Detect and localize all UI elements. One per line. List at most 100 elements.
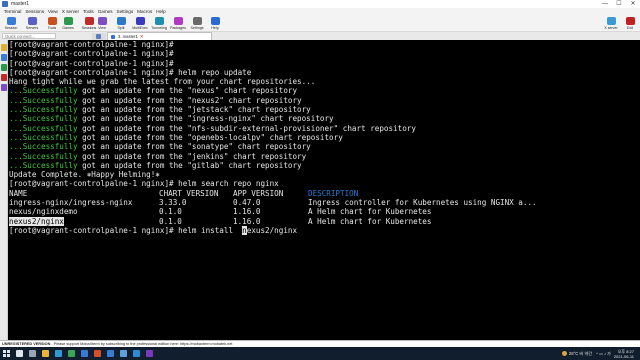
exit-icon: [625, 17, 635, 25]
clock-date: 2021-06-11: [613, 353, 634, 359]
terminal-line: [root@vagrant-controlpalne-1 nginx]# hel…: [9, 179, 279, 189]
repo-update-line: ...Successfully got an update from the "…: [9, 160, 302, 170]
terminal-line: [root@vagrant-controlpalne-1 nginx]# hel…: [9, 67, 252, 77]
unregistered-label: UNREGISTERED VERSION: [2, 342, 51, 346]
chart-description: A Helm chart for Kubernetes: [308, 207, 432, 217]
tab-master1[interactable]: 3. master1 ✕: [107, 32, 212, 40]
tray-icons[interactable]: ^ ▭ ♪ 가: [596, 351, 611, 357]
repo-update-line: ...Successfully got an update from the "…: [9, 123, 416, 133]
minimize-button[interactable]: —: [598, 0, 612, 8]
mobaxterm-icon[interactable]: [120, 350, 127, 357]
settings-button[interactable]: Settings: [188, 16, 206, 31]
menu-games[interactable]: Games: [98, 8, 113, 15]
tools-icon: [47, 17, 57, 25]
home-icon: [96, 34, 101, 39]
exit-button[interactable]: Exit: [621, 16, 639, 31]
menu-x-server[interactable]: X server: [62, 8, 79, 15]
servers-icon: [27, 17, 37, 25]
terminal-line: [root@vagrant-controlpalne-1 nginx]#: [9, 49, 174, 59]
menu-macros[interactable]: Macros: [137, 8, 152, 15]
x-server-button[interactable]: X server: [602, 16, 620, 31]
terminal-output[interactable]: [root@vagrant-controlpalne-1 nginx]# [ro…: [9, 40, 640, 340]
clock[interactable]: 오후 8:27 2021-06-11: [614, 349, 634, 359]
maximize-button[interactable]: ☐: [612, 0, 626, 8]
macros-sidebar-icon[interactable]: [1, 64, 7, 71]
split-icon: [116, 17, 126, 25]
chart-description: A Helm chart for Kubernetes: [308, 216, 432, 226]
session-icon: [6, 17, 16, 25]
menu-sessions[interactable]: Sessions: [25, 8, 44, 15]
search-icon[interactable]: [16, 350, 23, 357]
view-button[interactable]: View: [93, 16, 111, 31]
tab-close-icon[interactable]: ✕: [140, 34, 144, 40]
window-title-bar: master1 — ☐ ✕: [0, 0, 640, 8]
close-button[interactable]: ✕: [626, 0, 640, 8]
file-explorer-icon[interactable]: [42, 350, 49, 357]
chart-name: nexus/nginxdemo: [9, 207, 78, 217]
header-chart-version: CHART VERSION: [159, 188, 219, 198]
sessions-sidebar-icon[interactable]: [1, 44, 7, 51]
favorites-sidebar-icon[interactable]: [1, 84, 7, 91]
store-icon[interactable]: [81, 350, 88, 357]
terminal-line: Hang tight while we grab the latest from…: [9, 77, 316, 87]
menu-tools[interactable]: Tools: [83, 8, 94, 15]
app-version: 1.16.0: [233, 207, 261, 217]
repo-update-line: ...Successfully got an update from the "…: [9, 132, 343, 142]
window-title: master1: [11, 1, 30, 7]
settings-icon: [192, 17, 202, 25]
update-complete-line: Update Complete. ⎈Happy Helming!⎈: [9, 170, 160, 180]
terminal-line: [root@vagrant-controlpalne-1 nginx]#: [9, 40, 174, 49]
chrome-icon[interactable]: [68, 350, 75, 357]
terminal-input-line[interactable]: [root@vagrant-controlpalne-1 nginx]# hel…: [9, 225, 640, 235]
split-button[interactable]: Split: [112, 16, 130, 31]
games-button[interactable]: Games: [59, 16, 77, 31]
status-bar: UNREGISTERED VERSION - Please support Mo…: [0, 340, 640, 347]
menu-bar: Terminal Sessions View X server Tools Ga…: [0, 8, 640, 15]
mobaxterm-app-icon: [2, 1, 8, 7]
task-view-icon[interactable]: [29, 350, 36, 357]
app-version: 0.47.0: [233, 198, 261, 208]
support-text[interactable]: - Please support MobaXterm by subscribin…: [50, 342, 232, 346]
toolbar: Session Servers Tools Games Sessions Vie…: [0, 15, 640, 32]
chart-description: Ingress controller for Kubernetes using …: [308, 198, 537, 208]
tab-bar: 3. master1 ✕: [0, 32, 640, 40]
chart-name-selected[interactable]: nexus2/nginx: [9, 216, 64, 226]
repo-update-line: ...Successfully got an update from the "…: [9, 105, 311, 115]
quick-connect-input[interactable]: [2, 33, 56, 39]
menu-terminal[interactable]: Terminal: [4, 8, 21, 15]
menu-help[interactable]: Help: [156, 8, 165, 15]
servers-button[interactable]: Servers: [23, 16, 41, 31]
app-icon[interactable]: [146, 350, 153, 357]
powerpoint-icon[interactable]: [94, 350, 101, 357]
tab-label: 3. master1: [118, 34, 138, 39]
menu-settings[interactable]: Settings: [117, 8, 134, 15]
terminal-icon[interactable]: [107, 350, 114, 357]
vscode-icon[interactable]: [133, 350, 140, 357]
session-button[interactable]: Session: [2, 16, 20, 31]
header-description: DESCRIPTION: [308, 188, 359, 198]
chart-version: 0.1.0: [159, 216, 182, 226]
menu-view[interactable]: View: [48, 8, 58, 15]
tunneling-button[interactable]: Tunneling: [150, 16, 168, 31]
edge-icon[interactable]: [55, 350, 62, 357]
packages-icon: [173, 17, 183, 25]
header-name: NAME: [9, 188, 28, 198]
tools-sidebar-icon[interactable]: [1, 54, 7, 61]
weather-text[interactable]: 28°C 비 약간: [569, 351, 592, 357]
sftp-sidebar-icon[interactable]: [1, 74, 7, 81]
packages-button[interactable]: Packages: [169, 16, 187, 31]
chart-version: 3.33.0: [159, 198, 187, 208]
chart-name: ingress-nginx/ingress-nginx: [9, 198, 133, 208]
home-tab[interactable]: [92, 33, 106, 40]
system-tray: 28°C 비 약간 ^ ▭ ♪ 가 오후 8:27 2021-06-11: [561, 347, 640, 360]
games-icon: [63, 17, 73, 25]
tunneling-icon: [154, 17, 164, 25]
multiexec-button[interactable]: MultiExec: [131, 16, 149, 31]
windows-logo-icon: [3, 350, 6, 353]
repo-update-line: ...Successfully got an update from the "…: [9, 151, 307, 161]
help-button[interactable]: Help: [206, 16, 224, 31]
terminal-line: [root@vagrant-controlpalne-1 nginx]#: [9, 58, 174, 68]
window-controls: — ☐ ✕: [598, 0, 640, 8]
multiexec-icon: [135, 17, 145, 25]
start-button[interactable]: [3, 350, 10, 357]
